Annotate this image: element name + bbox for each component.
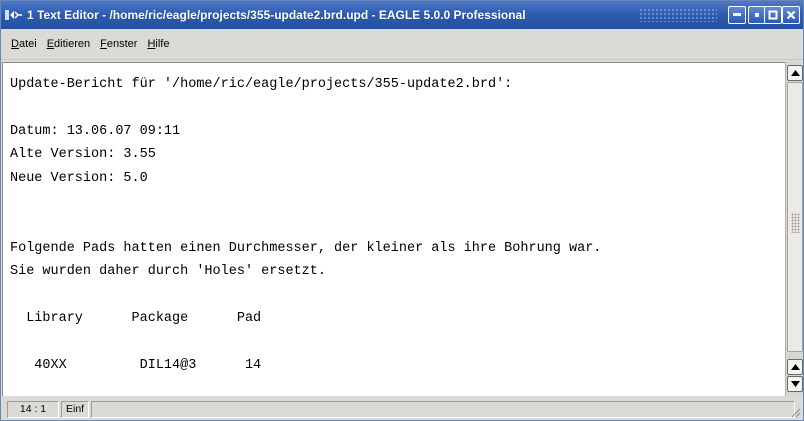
menu-datei[interactable]: Datei [11,38,37,50]
text-editor-window: 1 Text Editor - /home/ric/eagle/projects… [0,0,804,421]
scroll-up-button-lower[interactable] [787,359,803,375]
title-bar[interactable]: 1 Text Editor - /home/ric/eagle/projects… [1,1,803,29]
titlebar-grip [639,8,717,22]
status-message [91,400,795,418]
menu-editieren[interactable]: Editieren [47,38,90,50]
close-button[interactable] [782,6,800,24]
minimize-icon [733,13,741,16]
menu-bar: Datei Editieren Fenster Hilfe [1,29,803,60]
scroll-down-arrow-icon [790,381,800,387]
scrollbar-thumb[interactable] [787,82,803,352]
menu-fenster[interactable]: Fenster [100,38,137,50]
scroll-up-button[interactable] [787,65,803,81]
vertical-scrollbar[interactable] [785,62,803,396]
app-icon[interactable] [5,7,23,23]
maximize-icon [768,10,778,20]
resize-grip-icon[interactable] [789,406,801,418]
scroll-up-arrow-icon [790,364,800,370]
menu-hilfe[interactable]: Hilfe [147,38,169,50]
window-title: 1 Text Editor - /home/ric/eagle/projects… [27,8,526,22]
text-editor-area[interactable]: Update-Bericht für '/home/ric/eagle/proj… [2,62,785,396]
close-icon [786,10,796,20]
scrollbar-grip [791,213,800,233]
maximize-button[interactable] [764,6,782,24]
cursor-position: 14 : 1 [7,400,59,418]
insert-mode: Einf [61,400,89,418]
editor-content[interactable]: Update-Bericht für '/home/ric/eagle/proj… [3,63,785,377]
scroll-up-arrow-icon [790,70,800,76]
restore-icon [755,13,759,17]
scroll-down-button[interactable] [787,376,803,392]
status-bar: 14 : 1 Einf [1,398,803,420]
minimize-button[interactable] [728,6,746,24]
